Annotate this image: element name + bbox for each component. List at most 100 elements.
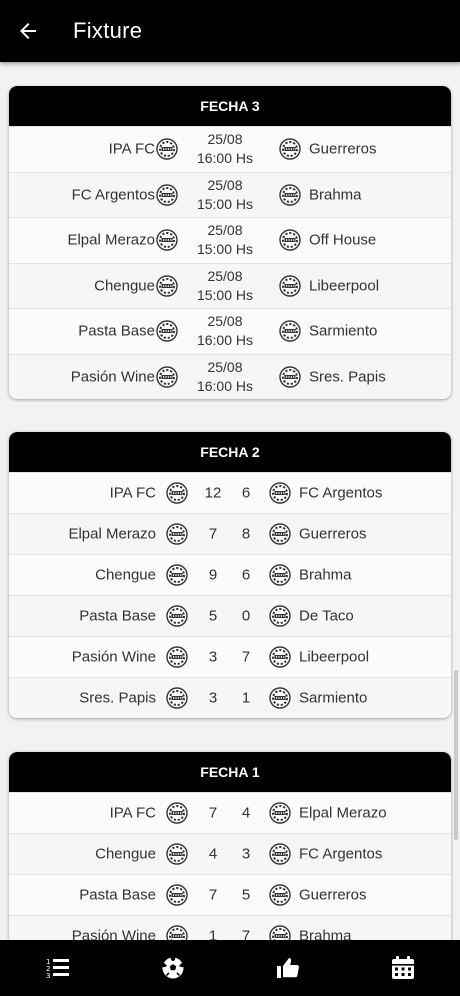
team-logo-icon: [279, 184, 301, 206]
match-datetime: 25/08 16:00 Hs: [185, 130, 265, 168]
numbered-list-icon: 1 2 3: [46, 958, 69, 979]
match-row[interactable]: Chengue 9 6 Brahma: [9, 554, 451, 595]
back-button[interactable]: [0, 0, 56, 62]
match-row[interactable]: Elpal Merazo 25/08 15:00 Hs Off House: [9, 217, 451, 263]
match-row[interactable]: Pasta Base 25/08 16:00 Hs Sarmiento: [9, 308, 451, 354]
away-team: Elpal Merazo: [299, 804, 387, 822]
home-team: Elpal Merazo: [67, 231, 155, 249]
team-logo-icon: [166, 523, 188, 545]
away-score: 1: [241, 689, 251, 707]
away-team: Guerreros: [299, 525, 367, 543]
nav-fixture-button[interactable]: [143, 940, 203, 996]
match-row[interactable]: FC Argentos 25/08 15:00 Hs Brahma: [9, 171, 451, 217]
match-date: 25/08: [207, 267, 243, 284]
round-title: FECHA 3: [9, 86, 451, 126]
team-logo-icon: [269, 482, 291, 504]
match-time: 15:00 Hs: [196, 195, 254, 212]
home-team: IPA FC: [108, 140, 155, 158]
away-score: 6: [241, 566, 251, 584]
match-row[interactable]: Pasta Base 7 5 Guerreros: [9, 874, 451, 915]
away-score: 5: [241, 886, 251, 904]
scrollbar[interactable]: [454, 670, 458, 840]
match-row[interactable]: Pasta Base 5 0 De Taco: [9, 595, 451, 636]
team-logo-icon: [279, 229, 301, 251]
team-logo-icon: [269, 884, 291, 906]
team-logo-icon: [279, 366, 301, 388]
match-time: 16:00 Hs: [196, 377, 254, 394]
home-score: 5: [208, 607, 218, 625]
away-team: Brahma: [299, 927, 352, 941]
away-score: 8: [241, 525, 251, 543]
match-datetime: 25/08 16:00 Hs: [185, 312, 265, 350]
match-date: 25/08: [207, 358, 243, 375]
home-score: 7: [208, 886, 218, 904]
match-row[interactable]: Pasión Wine 3 7 Libeerpool: [9, 636, 451, 677]
nav-likes-button[interactable]: [258, 940, 318, 996]
nav-standings-button[interactable]: 1 2 3: [28, 940, 88, 996]
away-team: Libeerpool: [309, 277, 380, 295]
home-score: 12: [204, 484, 222, 502]
app-bar: Fixture: [0, 0, 460, 62]
home-score: 4: [208, 845, 218, 863]
home-team: IPA FC: [109, 804, 156, 822]
match-row[interactable]: Sres. Papis 3 1 Sarmiento: [9, 677, 451, 718]
home-team: FC Argentos: [71, 186, 155, 204]
round-title: FECHA 2: [9, 432, 451, 472]
match-row[interactable]: IPA FC 12 6 FC Argentos: [9, 472, 451, 513]
team-logo-icon: [166, 925, 188, 940]
soccer-ball-icon: [161, 956, 184, 979]
away-team: Sres. Papis: [309, 368, 386, 386]
team-logo-icon: [279, 320, 301, 342]
home-team: Pasión Wine: [71, 927, 156, 941]
home-score: 7: [208, 525, 218, 543]
away-team: De Taco: [299, 607, 354, 625]
team-logo-icon: [166, 802, 188, 824]
away-team: Brahma: [299, 566, 352, 584]
calendar-icon: [391, 956, 414, 979]
away-score: 7: [241, 927, 251, 941]
home-team: Pasta Base: [79, 607, 156, 625]
away-team: Sarmiento: [309, 322, 378, 340]
match-time: 15:00 Hs: [196, 286, 254, 303]
away-score: 0: [241, 607, 251, 625]
home-team: Pasta Base: [78, 322, 155, 340]
home-team: Sres. Papis: [79, 689, 156, 707]
team-logo-icon: [166, 687, 188, 709]
match-row[interactable]: Pasión Wine 25/08 16:00 Hs Sres. Papis: [9, 353, 451, 399]
away-score: 4: [241, 804, 251, 822]
match-row[interactable]: IPA FC 25/08 16:00 Hs Guerreros: [9, 126, 451, 172]
team-logo-icon: [166, 646, 188, 668]
match-date: 25/08: [207, 313, 243, 330]
team-logo-icon: [166, 564, 188, 586]
arrow-left-icon: [20, 23, 36, 39]
fixture-list[interactable]: FECHA 3 IPA FC 25/08 16:00 Hs Guerreros F…: [0, 62, 460, 940]
team-logo-icon: [269, 843, 291, 865]
team-logo-icon: [156, 184, 178, 206]
match-row[interactable]: Chengue 25/08 15:00 Hs Libeerpool: [9, 262, 451, 308]
home-team: Elpal Merazo: [68, 525, 156, 543]
away-score: 3: [241, 845, 251, 863]
team-logo-icon: [166, 843, 188, 865]
home-team: IPA FC: [109, 484, 156, 502]
match-datetime: 25/08 16:00 Hs: [185, 358, 265, 396]
away-team: FC Argentos: [299, 845, 383, 863]
away-team: Guerreros: [309, 140, 377, 158]
match-row[interactable]: Pasión Wine 1 7 Brahma: [9, 915, 451, 940]
away-team: Brahma: [309, 186, 362, 204]
away-score: 6: [241, 484, 251, 502]
match-row[interactable]: Chengue 4 3 FC Argentos: [9, 833, 451, 874]
match-row[interactable]: IPA FC 7 4 Elpal Merazo: [9, 792, 451, 833]
match-date: 25/08: [207, 131, 243, 148]
nav-calendar-button[interactable]: [373, 940, 433, 996]
match-datetime: 25/08 15:00 Hs: [185, 267, 265, 305]
page-title: Fixture: [73, 18, 143, 43]
match-date: 25/08: [207, 222, 243, 239]
match-time: 15:00 Hs: [196, 241, 254, 258]
match-row[interactable]: Elpal Merazo 7 8 Guerreros: [9, 513, 451, 554]
team-logo-icon: [166, 884, 188, 906]
home-team: Chengue: [94, 277, 155, 295]
home-score: 3: [208, 689, 218, 707]
home-score: 9: [208, 566, 218, 584]
home-score: 7: [208, 804, 218, 822]
round-title: FECHA 1: [9, 752, 451, 792]
